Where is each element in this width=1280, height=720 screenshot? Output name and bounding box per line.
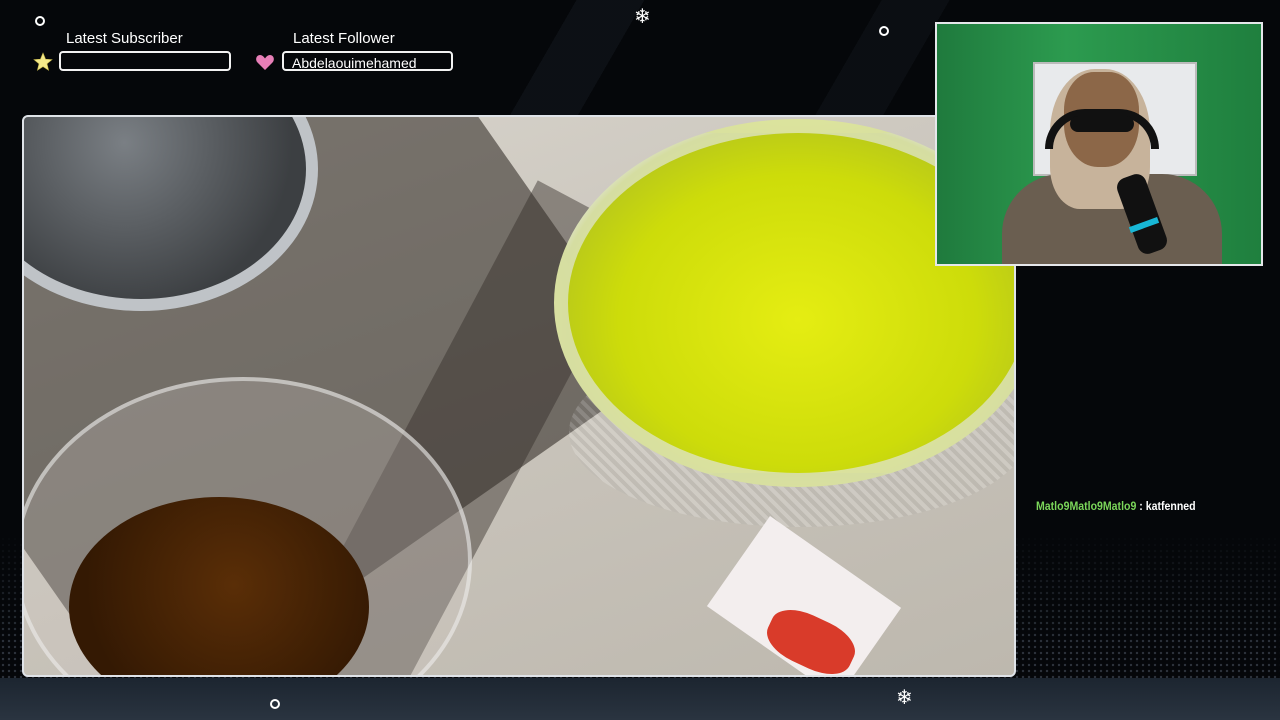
circle-decoration — [879, 26, 889, 36]
snowflake-icon: ❄ — [896, 687, 913, 709]
star-icon — [33, 52, 53, 71]
latest-subscriber-value — [59, 51, 231, 71]
sunglasses — [1070, 116, 1134, 132]
chat-message: Matlo9Matlo9Matlo9 : katfenned — [1036, 499, 1196, 513]
latest-follower-value: Abdelaouimehamed — [282, 51, 453, 71]
bottom-bar — [0, 678, 1280, 720]
main-camera-feed — [22, 115, 1016, 677]
webcam-feed — [935, 22, 1263, 266]
chat-username: Matlo9Matlo9Matlo9 — [1036, 499, 1137, 513]
circle-decoration — [35, 16, 45, 26]
circle-decoration — [270, 699, 280, 709]
latest-subscriber-label: Latest Subscriber — [66, 30, 183, 47]
chat-separator: : — [1136, 499, 1146, 513]
snowflake-icon: ❄ — [634, 6, 651, 28]
chat-text: katfenned — [1145, 499, 1196, 513]
latest-follower-label: Latest Follower — [293, 30, 395, 47]
heart-icon — [256, 55, 274, 70]
